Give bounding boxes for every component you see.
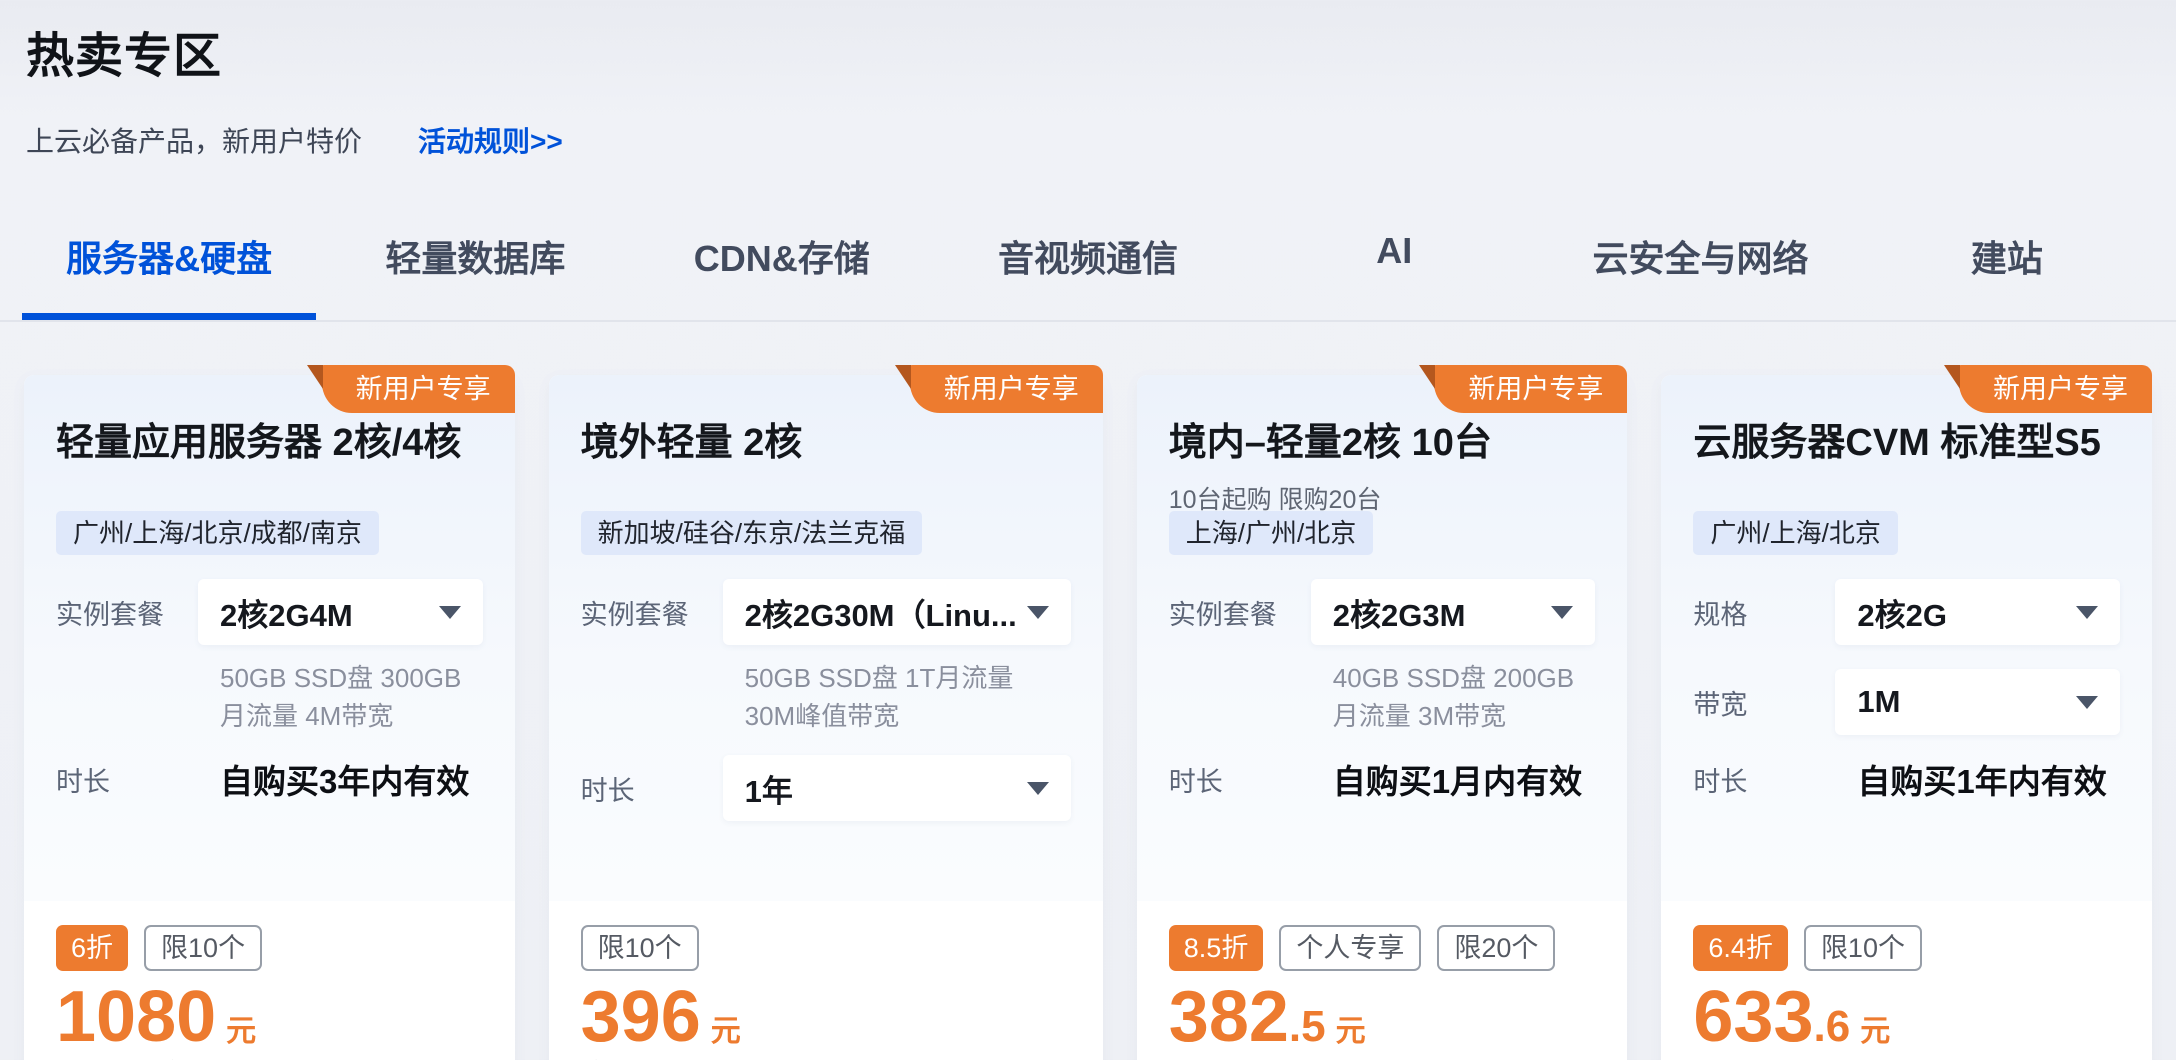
row-label: 实例套餐 bbox=[1169, 593, 1311, 632]
instance-plan-select[interactable]: 2核2G3M bbox=[1311, 579, 1596, 645]
instance-plan-select[interactable]: 2核2G30M（Linu... bbox=[723, 579, 1071, 645]
tabs-divider bbox=[0, 320, 2176, 322]
price: 633 .6 元 bbox=[1693, 985, 2120, 1052]
page-title: 热卖专区 bbox=[26, 16, 2150, 86]
limit-badge: 限10个 bbox=[144, 925, 262, 971]
row-label: 实例套餐 bbox=[581, 593, 723, 632]
chevron-down-icon bbox=[2076, 696, 2098, 709]
ribbon-label: 新用户专享 bbox=[1993, 374, 2128, 404]
plan-description: 40GB SSD盘 200GB月流量 3M带宽 bbox=[1333, 659, 1596, 735]
ribbon-label: 新用户专享 bbox=[1468, 374, 1603, 404]
chevron-down-icon bbox=[1551, 606, 1573, 619]
region-tag: 广州/上海/北京 bbox=[1693, 511, 1897, 555]
card-price-section: 8.5折 个人专享 限20个 382 .5 元 450元 约38.25元/月 bbox=[1137, 901, 1628, 1060]
row-label: 时长 bbox=[581, 769, 723, 808]
row-label: 带宽 bbox=[1693, 683, 1835, 722]
product-card-overseas-lighthouse: 新用户专享 境外轻量 2核 新加坡/硅谷/东京/法兰克福 实例套餐 2核2G30… bbox=[549, 375, 1103, 1060]
discount-badge: 8.5折 bbox=[1169, 925, 1264, 971]
card-title: 轻量应用服务器 2核/4核 bbox=[56, 411, 483, 466]
region-tag: 上海/广州/北京 bbox=[1169, 511, 1373, 555]
tab-ai[interactable]: AI bbox=[1241, 230, 1547, 320]
region-tag: 新加坡/硅谷/东京/法兰克福 bbox=[581, 511, 923, 555]
card-title: 境外轻量 2核 bbox=[581, 411, 1071, 466]
tab-site-building[interactable]: 建站 bbox=[1854, 230, 2160, 320]
duration-value: 自购买1月内有效 bbox=[1311, 755, 1582, 803]
product-card-cvm-s5: 新用户专享 云服务器CVM 标准型S5 广州/上海/北京 规格 2核2G 带宽 … bbox=[1661, 375, 2152, 1060]
price: 1080 元 bbox=[56, 985, 483, 1050]
limit-badge: 限10个 bbox=[1804, 925, 1922, 971]
new-user-ribbon: 新用户专享 bbox=[1434, 365, 1627, 413]
card-config-section: 境外轻量 2核 新加坡/硅谷/东京/法兰克福 实例套餐 2核2G30M（Linu… bbox=[549, 375, 1103, 901]
limit-badge: 限10个 bbox=[581, 925, 699, 971]
plan-description: 50GB SSD盘 1T月流量 30M峰值带宽 bbox=[745, 659, 1071, 735]
card-price-section: 6.4折 限10个 633 .6 元 990元 约52.8元/月 bbox=[1661, 901, 2152, 1060]
product-card-lighthouse: 新用户专享 轻量应用服务器 2核/4核 广州/上海/北京/成都/南京 实例套餐 … bbox=[24, 375, 515, 1060]
price: 396 元 bbox=[581, 985, 1071, 1050]
card-price-section: 限10个 396 元 约33元/月 bbox=[549, 901, 1103, 1060]
chevron-down-icon bbox=[1027, 606, 1049, 619]
product-cards: 新用户专享 轻量应用服务器 2核/4核 广州/上海/北京/成都/南京 实例套餐 … bbox=[0, 375, 2176, 1060]
discount-badge: 6.4折 bbox=[1693, 925, 1788, 971]
duration-select[interactable]: 1年 bbox=[723, 755, 1071, 821]
chevron-down-icon bbox=[1027, 782, 1049, 795]
page-subtitle: 上云必备产品，新用户特价 bbox=[26, 120, 362, 160]
card-title: 云服务器CVM 标准型S5 bbox=[1693, 411, 2120, 466]
ribbon-label: 新用户专享 bbox=[356, 374, 491, 404]
chevron-down-icon bbox=[2076, 606, 2098, 619]
activity-rules-link[interactable]: 活动规则>> bbox=[418, 120, 563, 160]
row-label: 时长 bbox=[1693, 760, 1835, 799]
instance-plan-select[interactable]: 2核2G4M bbox=[198, 579, 483, 645]
card-config-section: 轻量应用服务器 2核/4核 广州/上海/北京/成都/南京 实例套餐 2核2G4M… bbox=[24, 375, 515, 901]
tab-audio-video[interactable]: 音视频通信 bbox=[935, 230, 1241, 320]
card-config-section: 云服务器CVM 标准型S5 广州/上海/北京 规格 2核2G 带宽 1M bbox=[1661, 375, 2152, 901]
tab-cdn-storage[interactable]: CDN&存储 bbox=[629, 230, 935, 320]
personal-badge: 个人专享 bbox=[1279, 925, 1421, 971]
limit-badge: 限20个 bbox=[1437, 925, 1555, 971]
price: 382 .5 元 bbox=[1169, 985, 1596, 1052]
region-tag: 广州/上海/北京/成都/南京 bbox=[56, 511, 379, 555]
card-config-section: 境内–轻量2核 10台 10台起购 限购20台 上海/广州/北京 实例套餐 2核… bbox=[1137, 375, 1628, 901]
chevron-down-icon bbox=[439, 606, 461, 619]
spec-select[interactable]: 2核2G bbox=[1835, 579, 2120, 645]
card-price-section: 6折 限10个 1080 元 1800元 约30元/月 bbox=[24, 901, 515, 1060]
tab-lite-database[interactable]: 轻量数据库 bbox=[322, 230, 628, 320]
new-user-ribbon: 新用户专享 bbox=[1959, 365, 2152, 413]
row-label: 实例套餐 bbox=[56, 593, 198, 632]
new-user-ribbon: 新用户专享 bbox=[910, 365, 1103, 413]
page-header: 热卖专区 上云必备产品，新用户特价 活动规则>> bbox=[0, 0, 2176, 160]
bandwidth-select[interactable]: 1M bbox=[1835, 669, 2120, 735]
row-label: 规格 bbox=[1693, 593, 1835, 632]
duration-value: 自购买1年内有效 bbox=[1835, 755, 2106, 803]
duration-value: 自购买3年内有效 bbox=[198, 755, 469, 803]
category-tabs: 服务器&硬盘 轻量数据库 CDN&存储 音视频通信 AI 云安全与网络 建站 bbox=[0, 230, 2176, 320]
discount-badge: 6折 bbox=[56, 925, 128, 971]
product-card-domestic-lighthouse-bundle: 新用户专享 境内–轻量2核 10台 10台起购 限购20台 上海/广州/北京 实… bbox=[1137, 375, 1628, 1060]
plan-description: 50GB SSD盘 300GB月流量 4M带宽 bbox=[220, 659, 483, 735]
ribbon-label: 新用户专享 bbox=[944, 374, 1079, 404]
new-user-ribbon: 新用户专享 bbox=[322, 365, 515, 413]
tab-security-network[interactable]: 云安全与网络 bbox=[1547, 230, 1853, 320]
tab-server-disk[interactable]: 服务器&硬盘 bbox=[16, 230, 322, 320]
row-label: 时长 bbox=[1169, 760, 1311, 799]
row-label: 时长 bbox=[56, 760, 198, 799]
card-title: 境内–轻量2核 10台 bbox=[1169, 411, 1596, 466]
